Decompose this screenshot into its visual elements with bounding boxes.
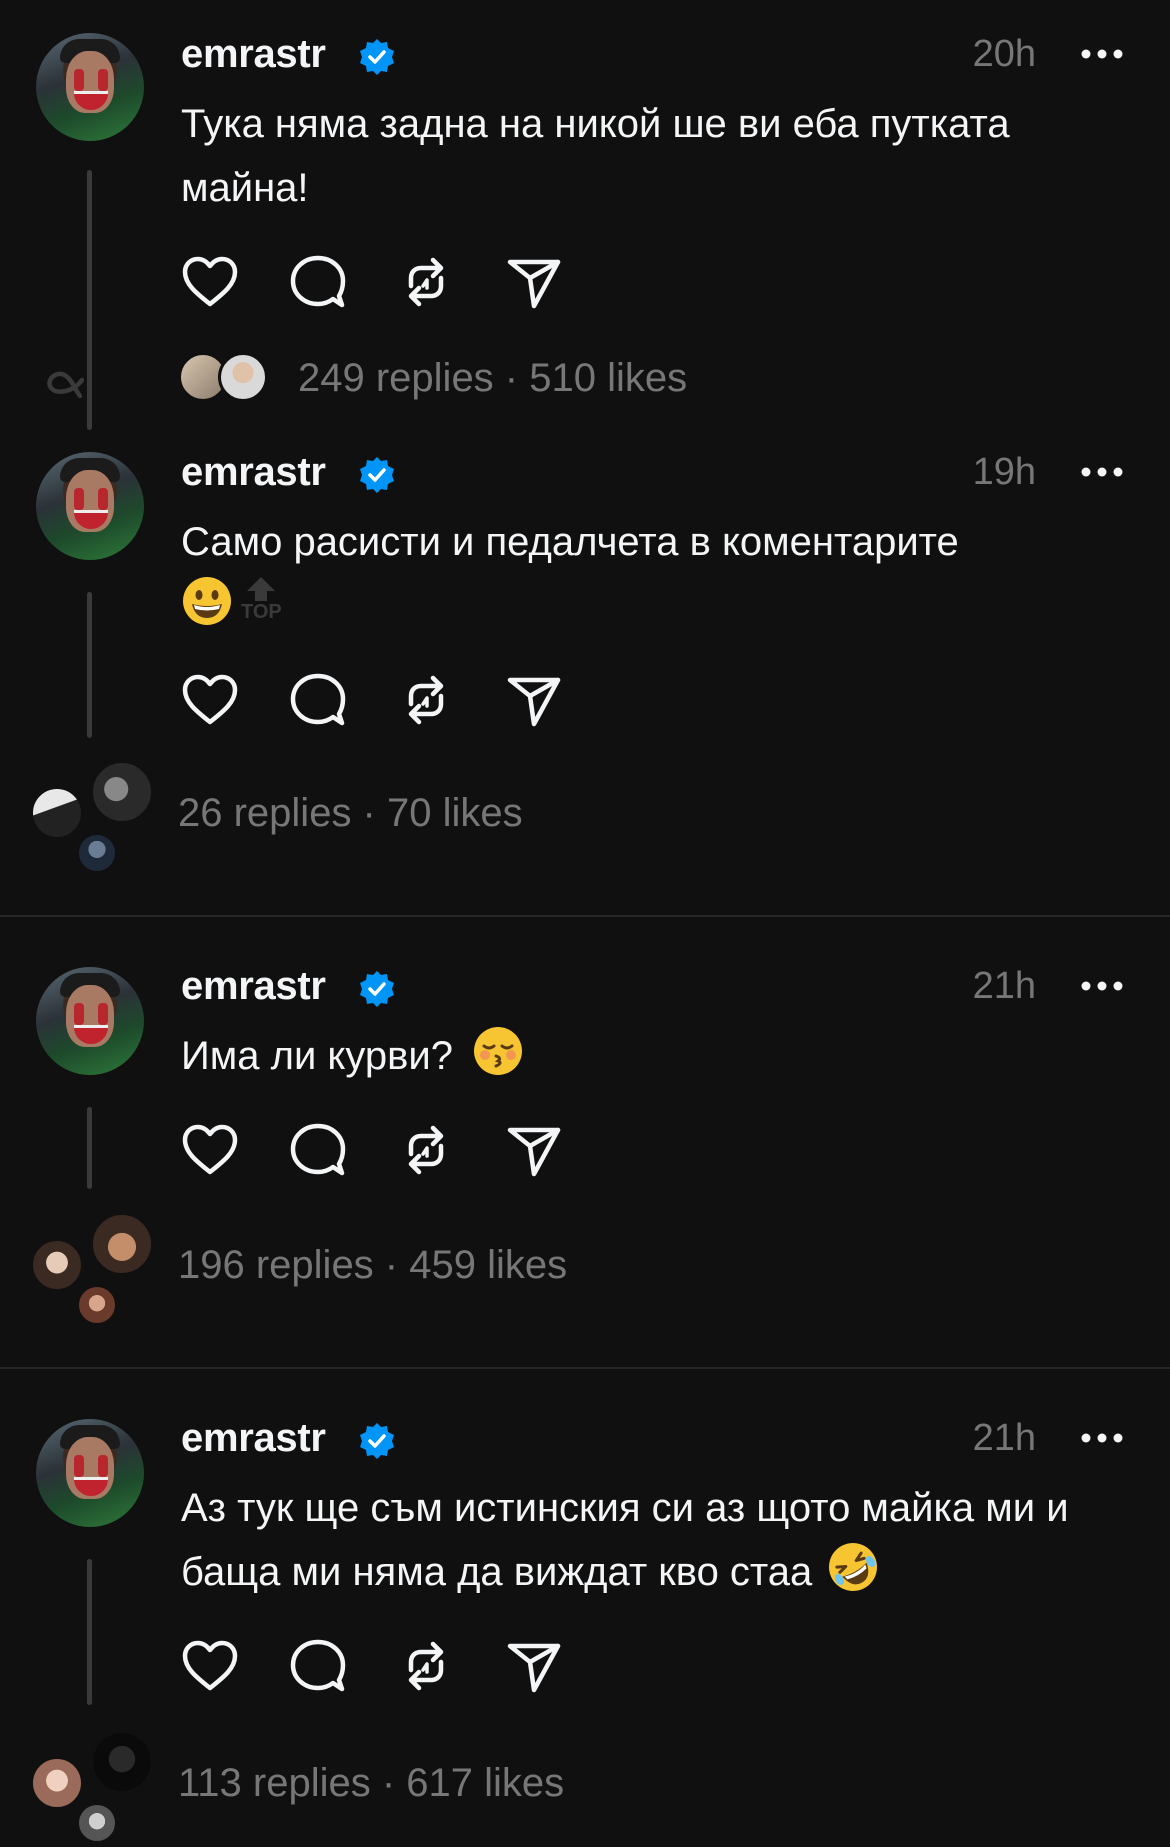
heart-icon[interactable] bbox=[178, 1118, 242, 1182]
post-stats[interactable]: 196 replies · 459 likes bbox=[178, 1243, 567, 1288]
repost-icon[interactable] bbox=[394, 668, 458, 732]
post-text-content: Само расисти и педалчета в коментарите bbox=[181, 520, 959, 564]
post-stats[interactable]: 26 replies · 70 likes bbox=[178, 791, 523, 836]
avatar-facepaint bbox=[98, 1003, 108, 1025]
top-badge-label: TOP bbox=[241, 601, 282, 623]
rolling-on-floor-laughing-emoji-icon bbox=[827, 1541, 879, 1593]
heart-icon[interactable] bbox=[178, 1634, 242, 1698]
avatar-facepaint bbox=[74, 488, 84, 510]
replier-avatar bbox=[90, 1212, 154, 1276]
username[interactable]: emrastr bbox=[181, 1416, 326, 1461]
post-text: Аз тук ще съм истинския си аз щото майка… bbox=[181, 1476, 1141, 1604]
thread-line bbox=[87, 1107, 92, 1189]
replier-avatar bbox=[90, 1730, 154, 1794]
avatar-facepaint bbox=[74, 1455, 84, 1477]
comment-bubble-icon[interactable] bbox=[286, 1118, 350, 1182]
post-stats[interactable]: 113 replies · 617 likes bbox=[178, 1761, 564, 1806]
grinning-face-emoji-icon bbox=[181, 575, 233, 627]
replier-avatar bbox=[90, 760, 154, 824]
replier-avatar bbox=[76, 832, 118, 874]
username[interactable]: emrastr bbox=[181, 32, 326, 77]
heart-icon[interactable] bbox=[178, 668, 242, 732]
repost-icon[interactable] bbox=[394, 1634, 458, 1698]
replier-avatar bbox=[76, 1802, 118, 1844]
thread-line bbox=[87, 1559, 92, 1705]
comment-bubble-icon[interactable] bbox=[286, 1634, 350, 1698]
avatar[interactable] bbox=[36, 967, 144, 1075]
post-text: Само расисти и педалчета в коментарите T… bbox=[181, 510, 1121, 638]
avatar-facepaint bbox=[74, 1003, 84, 1025]
post-time: 19h bbox=[972, 451, 1036, 493]
repost-icon[interactable] bbox=[394, 1118, 458, 1182]
action-bar bbox=[178, 250, 578, 314]
comment-bubble-icon[interactable] bbox=[286, 668, 350, 732]
avatar[interactable] bbox=[36, 33, 144, 141]
arrow-up-icon bbox=[247, 577, 275, 601]
avatar[interactable] bbox=[36, 452, 144, 560]
verified-badge-icon bbox=[357, 455, 397, 495]
action-bar bbox=[178, 668, 578, 732]
avatar[interactable] bbox=[36, 1419, 144, 1527]
post-text: Има ли курви? bbox=[181, 1024, 1121, 1088]
action-bar bbox=[178, 1634, 578, 1698]
replier-avatar bbox=[30, 1756, 84, 1810]
verified-badge-icon bbox=[357, 37, 397, 77]
thread-line bbox=[87, 592, 92, 738]
post-stats[interactable]: 249 replies · 510 likes bbox=[298, 356, 687, 401]
post-time: 21h bbox=[972, 965, 1036, 1007]
replier-avatar bbox=[30, 786, 84, 840]
comment-bubble-icon[interactable] bbox=[286, 250, 350, 314]
verified-badge-icon bbox=[357, 969, 397, 1009]
replier-avatar bbox=[30, 1238, 84, 1292]
send-icon[interactable] bbox=[502, 250, 566, 314]
post-text-content: Има ли курви? bbox=[181, 1034, 453, 1078]
avatar-facepaint bbox=[98, 488, 108, 510]
top-badge: TOP bbox=[239, 575, 283, 627]
post-divider bbox=[0, 915, 1170, 917]
kissing-face-closed-eyes-emoji-icon bbox=[472, 1025, 524, 1077]
repost-icon[interactable] bbox=[394, 250, 458, 314]
send-icon[interactable] bbox=[502, 668, 566, 732]
action-bar bbox=[178, 1118, 578, 1182]
post-text-content: Тука няма задна на никой ше ви еба путка… bbox=[181, 102, 1010, 210]
post-time: 20h bbox=[972, 33, 1036, 75]
send-icon[interactable] bbox=[502, 1118, 566, 1182]
username[interactable]: emrastr bbox=[181, 964, 326, 1009]
more-dots-icon[interactable] bbox=[1080, 980, 1124, 992]
username[interactable]: emrastr bbox=[181, 450, 326, 495]
avatar-facepaint bbox=[74, 69, 84, 91]
post-divider bbox=[0, 1367, 1170, 1369]
avatar-facepaint bbox=[98, 1455, 108, 1477]
more-dots-icon[interactable] bbox=[1080, 466, 1124, 478]
send-icon[interactable] bbox=[502, 1634, 566, 1698]
heart-icon[interactable] bbox=[178, 250, 242, 314]
post-time: 21h bbox=[972, 1417, 1036, 1459]
post-text: Тука няма задна на никой ше ви еба путка… bbox=[181, 92, 1121, 220]
avatar-facepaint bbox=[98, 69, 108, 91]
thread-loop-icon bbox=[47, 371, 84, 398]
replier-avatar bbox=[76, 1284, 118, 1326]
verified-badge-icon bbox=[357, 1421, 397, 1461]
more-dots-icon[interactable] bbox=[1080, 1432, 1124, 1444]
thread-line bbox=[87, 170, 92, 430]
more-dots-icon[interactable] bbox=[1080, 48, 1124, 60]
replier-avatar bbox=[218, 352, 268, 402]
post-text-content: Аз тук ще съм истинския си аз щото майка… bbox=[181, 1486, 1069, 1594]
